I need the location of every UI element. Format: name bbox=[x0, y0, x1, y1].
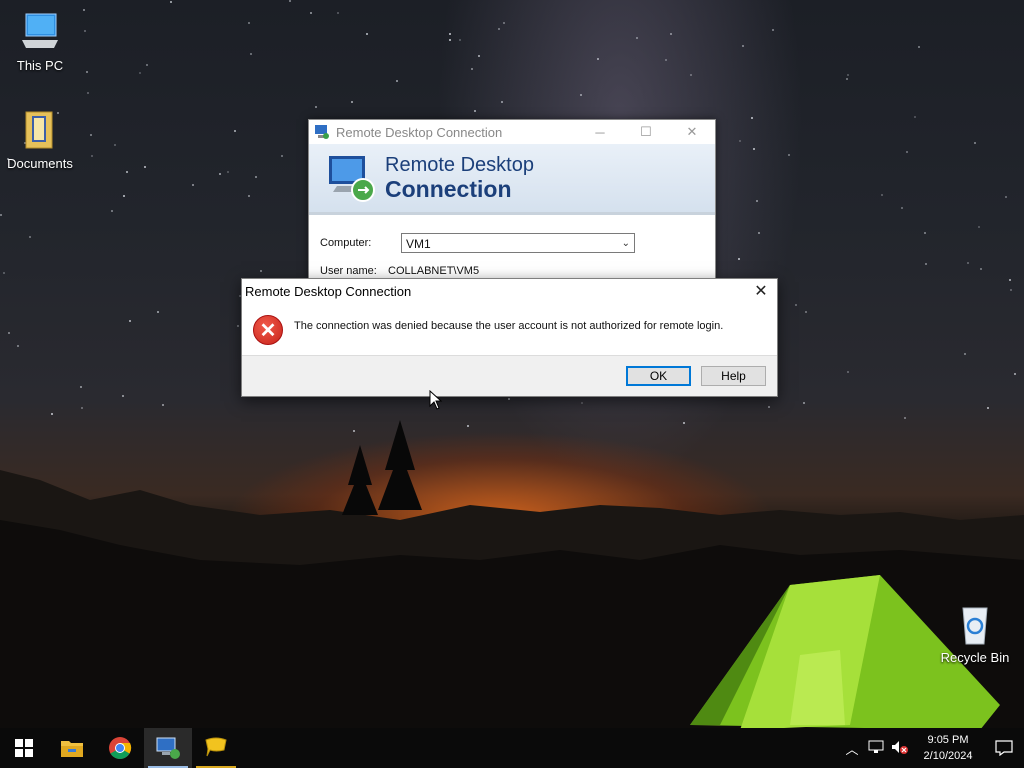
start-button[interactable] bbox=[0, 728, 48, 768]
help-button[interactable]: Help bbox=[701, 366, 766, 386]
dialog-footer: OK Help bbox=[242, 355, 777, 396]
error-icon: ✕ bbox=[253, 315, 283, 345]
banner-title-line1: Remote Desktop bbox=[385, 154, 534, 176]
computer-row: Computer: VM1 ⌄ bbox=[320, 233, 650, 255]
username-value: COLLABNET\VM5 bbox=[388, 265, 480, 277]
tray-overflow-button[interactable]: ︿ bbox=[840, 739, 864, 758]
minimize-button[interactable]: ─ bbox=[577, 120, 623, 144]
username-label: User name: bbox=[320, 265, 377, 277]
network-icon bbox=[868, 740, 884, 753]
remote-desktop-window[interactable]: Remote Desktop Connection ─ ☐ ✕ Remote D… bbox=[308, 119, 716, 281]
taskbar: ︿ 9:05 PM 2/10/2024 bbox=[0, 728, 1024, 768]
chat-icon bbox=[205, 737, 227, 757]
banner-title-line2: Connection bbox=[385, 176, 512, 202]
system-tray: ︿ 9:05 PM 2/10/2024 bbox=[840, 728, 1024, 768]
desktop-icon-documents[interactable]: Documents bbox=[0, 108, 80, 171]
desktop-icon-label: This PC bbox=[16, 58, 64, 73]
error-dialog[interactable]: Remote Desktop Connection ✕ ✕ The connec… bbox=[241, 278, 778, 397]
desktop-icon-this-pc[interactable]: This PC bbox=[0, 10, 80, 73]
desktop-icon-label: Documents bbox=[7, 156, 73, 171]
dialog-title: Remote Desktop Connection bbox=[245, 283, 412, 299]
computer-combobox[interactable]: VM1 ⌄ bbox=[401, 233, 635, 253]
chevron-up-icon: ︿ bbox=[845, 741, 859, 757]
taskbar-chat-app[interactable] bbox=[192, 728, 240, 768]
window-title: Remote Desktop Connection bbox=[336, 124, 503, 140]
desktop-icon-recycle-bin[interactable]: Recycle Bin bbox=[935, 602, 1015, 665]
volume-button[interactable] bbox=[888, 740, 912, 757]
taskbar-file-explorer[interactable] bbox=[48, 728, 96, 768]
action-center-button[interactable] bbox=[984, 728, 1024, 768]
computer-value: VM1 bbox=[406, 237, 431, 251]
recycle-bin-icon bbox=[953, 602, 997, 646]
remote-desktop-logo-icon bbox=[329, 156, 375, 202]
folder-icon bbox=[18, 108, 62, 152]
window-titlebar[interactable]: Remote Desktop Connection ─ ☐ ✕ bbox=[309, 120, 715, 144]
close-icon: ✕ bbox=[754, 283, 768, 300]
desktop-icon-label: Recycle Bin bbox=[940, 650, 1010, 665]
close-icon: ✕ bbox=[686, 124, 698, 139]
clock-time: 9:05 PM bbox=[927, 734, 969, 746]
computer-icon bbox=[18, 10, 62, 54]
network-button[interactable] bbox=[864, 740, 888, 757]
username-row: User name: COLLABNET\VM5 bbox=[320, 265, 479, 277]
maximize-icon: ☐ bbox=[640, 124, 652, 139]
volume-muted-icon bbox=[892, 740, 908, 754]
remote-desktop-app-icon bbox=[315, 125, 329, 139]
error-message: The connection was denied because the us… bbox=[294, 320, 724, 332]
notification-icon bbox=[995, 740, 1013, 756]
dialog-close-button[interactable]: ✕ bbox=[745, 279, 777, 303]
mouse-cursor-icon bbox=[429, 390, 443, 410]
dialog-titlebar[interactable]: Remote Desktop Connection bbox=[242, 279, 777, 303]
remote-desktop-icon bbox=[156, 737, 180, 759]
taskbar-remote-desktop[interactable] bbox=[144, 728, 192, 768]
taskbar-chrome[interactable] bbox=[96, 728, 144, 768]
taskbar-clock[interactable]: 9:05 PM 2/10/2024 bbox=[912, 732, 984, 764]
dialog-body: ✕ The connection was denied because the … bbox=[242, 303, 777, 355]
close-button[interactable]: ✕ bbox=[669, 120, 715, 144]
windows-start-icon bbox=[15, 739, 33, 757]
minimize-icon: ─ bbox=[595, 124, 605, 140]
clock-date: 2/10/2024 bbox=[923, 750, 973, 762]
rdp-banner: Remote Desktop Connection bbox=[309, 144, 715, 215]
file-explorer-icon bbox=[61, 741, 83, 757]
chevron-down-icon[interactable]: ⌄ bbox=[622, 234, 630, 254]
ok-button[interactable]: OK bbox=[626, 366, 691, 386]
chrome-icon bbox=[109, 737, 132, 759]
computer-label: Computer: bbox=[320, 237, 372, 249]
maximize-button[interactable]: ☐ bbox=[623, 120, 669, 144]
